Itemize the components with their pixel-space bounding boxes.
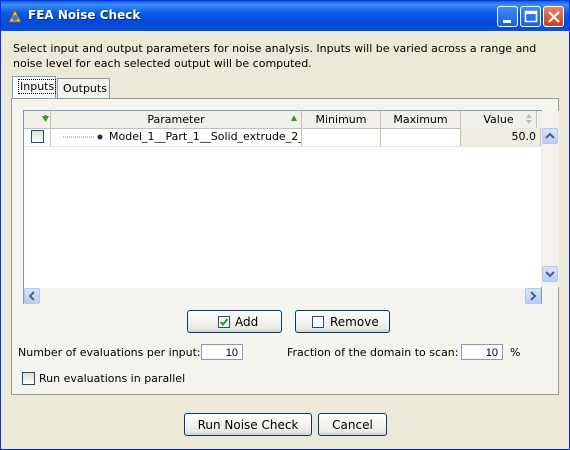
maximum-header-label: Maximum [393, 113, 448, 126]
close-icon [548, 11, 560, 23]
vertical-scrollbar[interactable] [541, 111, 559, 287]
app-icon [8, 8, 22, 23]
cancel-button-label: Cancel [332, 418, 373, 432]
chevron-right-icon [530, 291, 537, 301]
value-column-header[interactable]: Value [461, 111, 537, 128]
close-button[interactable] [543, 6, 564, 27]
table-row[interactable]: Model_1__Part_1__Solid_extrude_2__dept 5… [24, 128, 541, 147]
tab-inputs[interactable]: Inputs [12, 76, 57, 98]
parallel-label: Run evaluations in parallel [39, 372, 186, 385]
horizontal-scrollbar[interactable] [24, 288, 541, 304]
run-button-label: Run Noise Check [197, 418, 299, 432]
parameters-table: Parameter Minimum Maximum Value Model_1_… [23, 110, 542, 304]
sort-ascending-icon [291, 115, 297, 121]
row-checkbox[interactable] [31, 130, 44, 143]
percent-unit: % [510, 346, 521, 359]
parallel-checkbox[interactable] [22, 372, 35, 385]
maximize-icon [524, 10, 538, 23]
fraction-input[interactable] [461, 344, 503, 360]
title-bar[interactable]: FEA Noise Check [1, 1, 569, 31]
parameter-cell[interactable]: Model_1__Part_1__Solid_extrude_2__dept [51, 128, 302, 146]
sort-both-icon [526, 114, 532, 124]
minimum-column-header[interactable]: Minimum [302, 111, 381, 128]
minimum-cell[interactable] [302, 128, 381, 146]
chevron-up-icon [545, 132, 555, 139]
scroll-left-button[interactable] [24, 288, 40, 304]
value-cell[interactable]: 50.0 [461, 128, 541, 146]
select-column-header[interactable] [24, 111, 51, 128]
maximize-button[interactable] [520, 6, 541, 27]
parameter-column-header[interactable]: Parameter [51, 111, 302, 128]
cancel-button[interactable]: Cancel [318, 413, 387, 436]
value-header-label: Value [483, 113, 514, 126]
fraction-label: Fraction of the domain to scan: [287, 346, 459, 359]
chevron-down-icon [545, 271, 555, 278]
filter-icon [42, 115, 49, 122]
scroll-down-button[interactable] [542, 266, 558, 282]
add-button[interactable]: Add [187, 310, 282, 333]
evaluations-label: Number of evaluations per input: [18, 346, 201, 359]
value-text: 50.0 [511, 130, 537, 143]
scroll-right-button[interactable] [525, 288, 541, 304]
maximum-column-header[interactable]: Maximum [381, 111, 461, 128]
tab-outputs-label: Outputs [63, 82, 107, 95]
tree-line-icon [63, 134, 103, 140]
instructions-text: Select input and output parameters for n… [13, 42, 537, 70]
maximum-cell[interactable] [381, 128, 461, 146]
minimize-icon [503, 20, 511, 23]
minimum-header-label: Minimum [315, 113, 367, 126]
tab-inputs-label: Inputs [18, 79, 57, 94]
parameter-header-label: Parameter [147, 113, 205, 126]
remove-button-label: Remove [330, 315, 379, 329]
scroll-up-button[interactable] [542, 128, 558, 144]
table-header: Parameter Minimum Maximum Value [24, 111, 541, 129]
empty-box-icon [312, 316, 324, 328]
run-noise-check-button[interactable]: Run Noise Check [184, 413, 312, 436]
fea-noise-check-dialog: FEA Noise Check Select input and output … [0, 0, 570, 450]
window-title: FEA Noise Check [28, 8, 141, 22]
tab-outputs[interactable]: Outputs [57, 78, 110, 98]
row-select-cell [24, 128, 51, 146]
inputs-panel: Parameter Minimum Maximum Value Model_1_… [11, 98, 559, 395]
add-button-label: Add [235, 315, 259, 329]
evaluations-input[interactable] [201, 344, 243, 360]
checked-box-icon [218, 316, 230, 328]
chevron-left-icon [28, 291, 35, 301]
minimize-button[interactable] [497, 6, 518, 27]
parameter-name: Model_1__Part_1__Solid_extrude_2__dept [109, 130, 302, 143]
remove-button[interactable]: Remove [295, 310, 390, 333]
